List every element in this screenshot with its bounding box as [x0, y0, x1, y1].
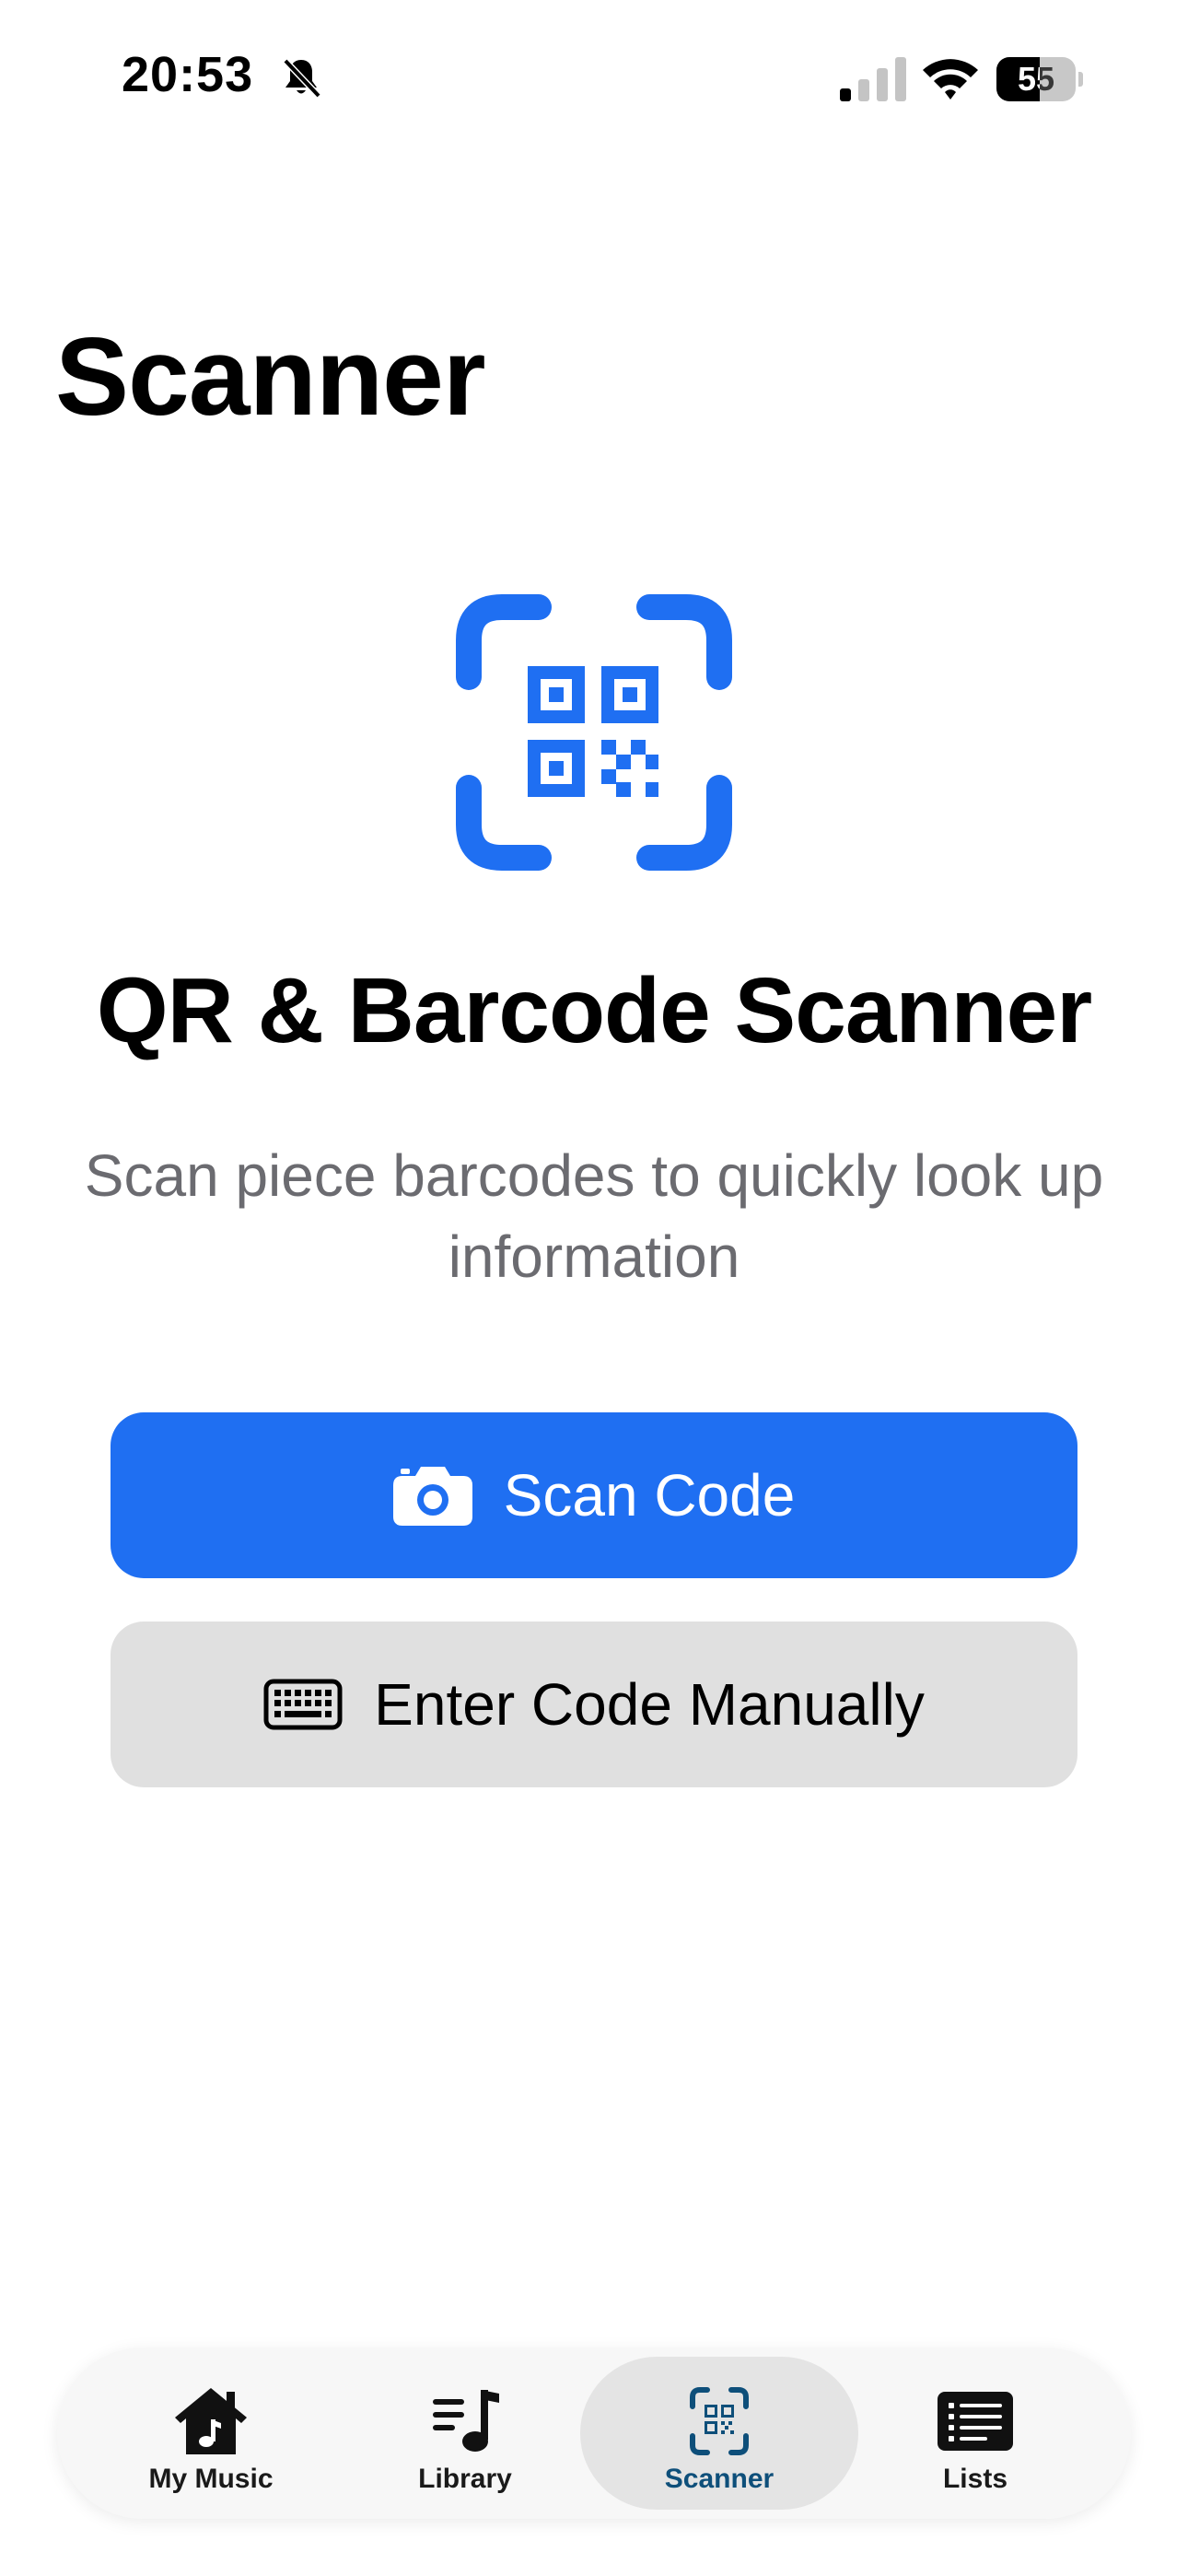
status-time: 20:53 [122, 47, 254, 102]
house-music-icon [175, 2388, 247, 2454]
tab-library[interactable]: Library [326, 2357, 604, 2510]
tab-label: Lists [942, 2464, 1008, 2494]
qr-scanner-icon [456, 594, 732, 871]
scanner-subtitle: Scan piece barcodes to quickly look up i… [84, 1142, 1104, 1290]
bell-slash-icon [283, 58, 321, 99]
enter-code-manually-label: Enter Code Manually [374, 1671, 925, 1738]
scanner-heading: QR & Barcode Scanner [96, 959, 1092, 1062]
camera-icon [392, 1467, 472, 1526]
scan-code-label: Scan Code [503, 1462, 796, 1528]
battery-level: 55 [1017, 60, 1055, 98]
tab-my-music[interactable]: My Music [72, 2357, 350, 2510]
screen: 20:53 55 Scanner QR & Barcode Scanner Sc… [0, 0, 1188, 2576]
tab-scanner[interactable]: Scanner [580, 2357, 858, 2510]
tab-label: My Music [148, 2464, 274, 2494]
tab-label: Library [418, 2464, 512, 2494]
status-bar: 20:53 55 [0, 0, 1188, 157]
qr-scanner-icon [690, 2387, 749, 2455]
wifi-icon [923, 59, 978, 100]
cellular-signal-icon [840, 57, 906, 101]
page-title: Scanner [55, 315, 486, 439]
list-icon [938, 2392, 1013, 2451]
keyboard-icon [263, 1679, 343, 1730]
music-list-icon [433, 2390, 499, 2452]
battery-indicator: 55 [996, 57, 1083, 101]
tab-label: Scanner [664, 2464, 775, 2494]
enter-code-manually-button[interactable]: Enter Code Manually [111, 1622, 1077, 1787]
scan-code-button[interactable]: Scan Code [111, 1412, 1077, 1578]
tab-lists[interactable]: Lists [836, 2357, 1114, 2510]
tab-bar: My Music Library Scanner Lists [57, 2348, 1131, 2519]
